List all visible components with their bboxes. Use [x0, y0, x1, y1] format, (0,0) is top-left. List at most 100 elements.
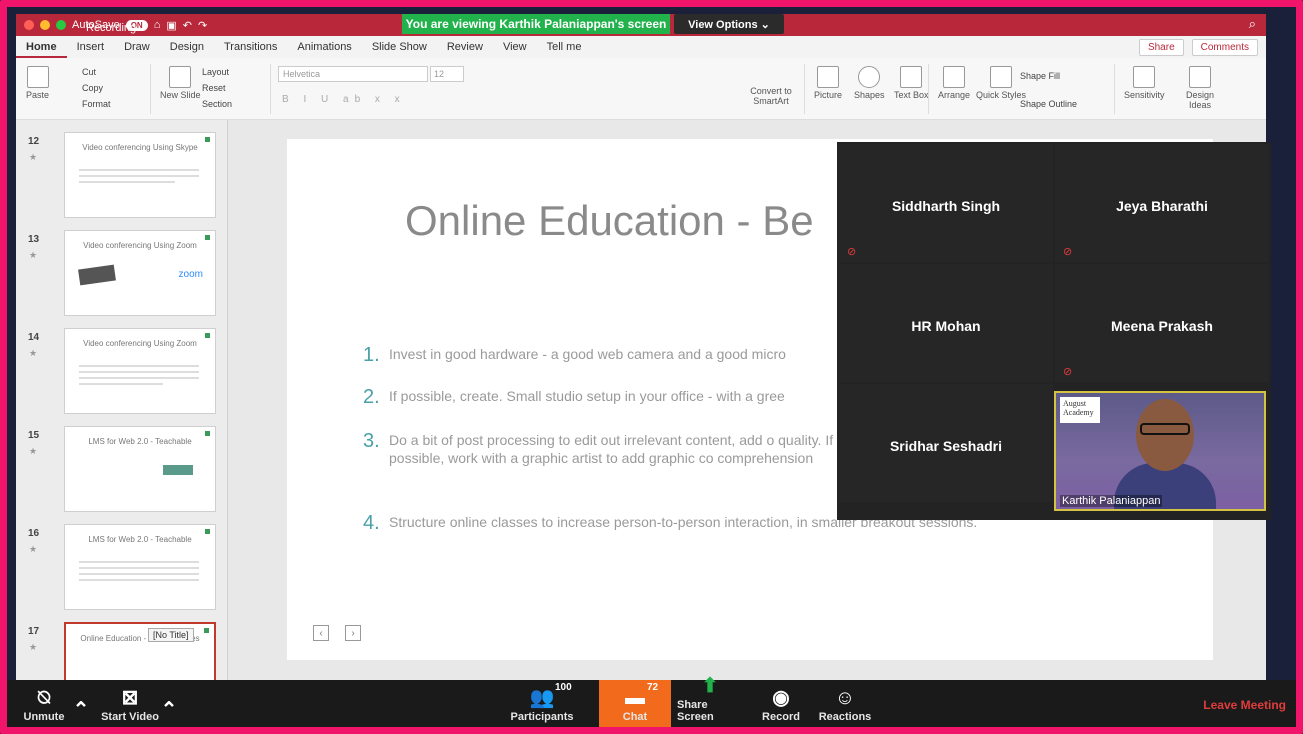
design-ideas-icon: [1189, 66, 1211, 88]
ribbon-divider: [1114, 64, 1115, 114]
quick-styles-icon: [990, 66, 1012, 88]
text-box-button[interactable]: Text Box: [894, 66, 929, 100]
tablet-image: [78, 264, 116, 286]
maximize-icon[interactable]: [56, 20, 66, 30]
tab-view[interactable]: View: [493, 36, 537, 58]
participant-name: Jeya Bharathi: [1116, 198, 1208, 214]
participant-name: Sridhar Seshadri: [889, 438, 1003, 454]
copy-button[interactable]: Copy: [82, 80, 111, 96]
shape-outline-button[interactable]: Shape Outline: [1020, 96, 1077, 112]
slides-group: Layout Reset Section: [202, 64, 232, 112]
slide-thumbnail[interactable]: 12 ★ Video conferencing Using Skype: [16, 130, 227, 228]
share-button[interactable]: Share: [1138, 39, 1184, 56]
arrange-button[interactable]: Arrange: [938, 66, 970, 100]
participant-tile[interactable]: Meena Prakash ⊘: [1055, 264, 1269, 382]
slide-thumbnail[interactable]: 13 ★ Video conferencing Using Zoom zoom: [16, 228, 227, 326]
format-controls[interactable]: B I U ab x x: [282, 94, 406, 105]
star-icon: ★: [29, 250, 38, 260]
search-icon[interactable]: ⌕: [1249, 16, 1256, 32]
tab-insert[interactable]: Insert: [67, 36, 115, 58]
picture-button[interactable]: Picture: [814, 66, 842, 100]
font-name-select[interactable]: Helvetica: [278, 66, 428, 82]
shape-fill-button[interactable]: Shape Fill: [1020, 68, 1077, 84]
bullet-item: 1. Invest in good hardware - a good web …: [363, 345, 786, 365]
new-slide-label: New Slide: [160, 90, 201, 100]
meeting-toolbar: ⍉ Unmute ⌃ ⊠ Start Video ⌃ 👥 100 Partici…: [7, 675, 1296, 727]
design-ideas-button[interactable]: Design Ideas: [1180, 66, 1220, 110]
tab-slide-show[interactable]: Slide Show: [362, 36, 437, 58]
minimize-icon[interactable]: [40, 20, 50, 30]
slide-thumbnail-selected[interactable]: 17 ★ Online Education - Best Practices: [16, 620, 227, 680]
new-slide-button[interactable]: New Slide: [160, 66, 201, 100]
chat-button[interactable]: ▬ 72 Chat: [599, 680, 671, 727]
audio-options-icon[interactable]: ⌃: [73, 680, 90, 727]
home-icon[interactable]: ⌂: [154, 19, 161, 31]
start-video-button[interactable]: ⊠ Start Video: [95, 680, 165, 727]
tab-review[interactable]: Review: [437, 36, 493, 58]
shapes-button[interactable]: Shapes: [854, 66, 885, 100]
tab-draw[interactable]: Draw: [114, 36, 160, 58]
section-button[interactable]: Section: [202, 96, 232, 112]
save-icon[interactable]: ▣: [166, 19, 176, 32]
quick-styles-button[interactable]: Quick Styles: [976, 66, 1026, 100]
thumbnail-image: Video conferencing Using Skype: [64, 132, 216, 218]
format-button[interactable]: Format: [82, 96, 111, 112]
record-icon: ◉: [772, 687, 790, 709]
unmute-label: Unmute: [23, 711, 65, 723]
font-size-select[interactable]: 12: [430, 66, 464, 82]
participant-tile[interactable]: Siddharth Singh ⊘: [839, 144, 1053, 262]
star-icon: ★: [29, 642, 38, 652]
slide-thumbnail[interactable]: 15 ★ LMS for Web 2.0 - Teachable: [16, 424, 227, 522]
slide-thumbnail[interactable]: 14 ★ Video conferencing Using Zoom: [16, 326, 227, 424]
sensitivity-button[interactable]: Sensitivity: [1124, 66, 1165, 100]
participants-label: Participants: [510, 711, 574, 723]
participant-tile[interactable]: Sridhar Seshadri: [839, 384, 1053, 502]
unmute-button[interactable]: ⍉ Unmute: [17, 680, 71, 727]
participant-name: HR Mohan: [911, 318, 981, 334]
slide-thumbnail-pane: 12 ★ Video conferencing Using Skype 13 ★…: [16, 120, 228, 680]
tab-design[interactable]: Design: [160, 36, 214, 58]
active-speaker-video[interactable]: August Academy Karthik Palaniappan: [1054, 391, 1266, 511]
video-options-icon[interactable]: ⌃: [161, 680, 178, 727]
thumbnail-title: Video conferencing Using Zoom: [83, 339, 197, 348]
thumbnail-title: Video conferencing Using Skype: [82, 143, 198, 152]
next-slide-icon[interactable]: ›: [345, 625, 361, 641]
star-icon: ★: [29, 348, 38, 358]
view-options-button[interactable]: View Options ⌄: [674, 14, 784, 34]
prev-slide-icon[interactable]: ‹: [313, 625, 329, 641]
picture-label: Picture: [814, 90, 843, 100]
reactions-button[interactable]: ☺ Reactions: [819, 680, 872, 727]
thumbnail-title: LMS for Web 2.0 - Teachable: [88, 535, 192, 544]
layout-button[interactable]: Layout: [202, 64, 232, 80]
chat-label: Chat: [622, 711, 648, 723]
clipboard-group: Cut Copy Format: [82, 64, 111, 112]
share-screen-button[interactable]: ⬆ Share Screen: [677, 675, 743, 727]
thumbnail-image: Video conferencing Using Zoom zoom: [64, 230, 216, 316]
tab-animations[interactable]: Animations: [287, 36, 361, 58]
reset-button[interactable]: Reset: [202, 80, 232, 96]
slide-thumbnail[interactable]: 16 ★ LMS for Web 2.0 - Teachable: [16, 522, 227, 620]
record-button[interactable]: ◉ Record: [759, 680, 803, 727]
undo-icon[interactable]: ↶: [183, 19, 192, 32]
title-bar: AutoSave ON ⌂ ▣ ↶ ↷ Recording You are vi…: [16, 14, 1266, 36]
tab-home[interactable]: Home: [16, 36, 67, 58]
participants-button[interactable]: 👥 100 Participants: [507, 680, 577, 727]
participant-tile[interactable]: Jeya Bharathi ⊘: [1055, 144, 1269, 262]
thumbnail-marker: [205, 235, 210, 240]
close-icon[interactable]: [24, 20, 34, 30]
redo-icon[interactable]: ↷: [198, 19, 207, 32]
chat-icon: ▬: [625, 687, 645, 709]
thumbnail-image: Video conferencing Using Zoom: [64, 328, 216, 414]
participant-tile[interactable]: HR Mohan: [839, 264, 1053, 382]
text-box-label: Text Box: [894, 90, 929, 100]
tab-transitions[interactable]: Transitions: [214, 36, 287, 58]
text-box-icon: [900, 66, 923, 88]
bullet-number: 4.: [363, 512, 380, 534]
paste-button[interactable]: Paste: [26, 66, 49, 100]
tab-tell-me[interactable]: Tell me: [537, 36, 592, 58]
glasses: [1140, 423, 1190, 435]
cut-button[interactable]: Cut: [82, 64, 111, 80]
convert-smartart-button[interactable]: Convert to SmartArt: [746, 86, 796, 106]
comments-button[interactable]: Comments: [1191, 39, 1258, 56]
leave-meeting-button[interactable]: Leave Meeting: [1203, 698, 1286, 712]
